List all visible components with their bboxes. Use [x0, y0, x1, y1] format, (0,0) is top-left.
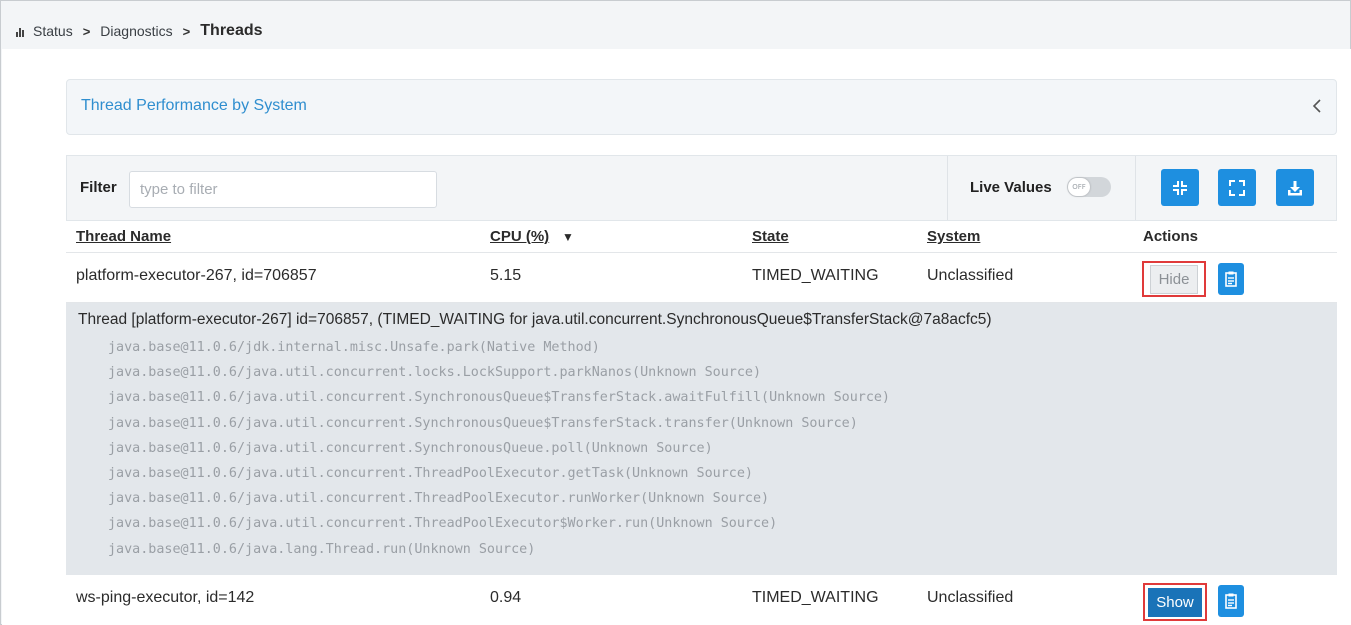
column-header-system[interactable]: System [927, 228, 980, 245]
collapse-all-button[interactable] [1161, 169, 1199, 206]
hide-trace-button[interactable]: Hide [1142, 261, 1206, 297]
trace-line: java.base@11.0.6/java.util.concurrent.Sy… [108, 440, 713, 456]
trace-header: Thread [platform-executor-267] id=706857… [78, 311, 992, 328]
threads-table-panel: Filter Live Values OFF [66, 155, 1337, 625]
download-button[interactable] [1276, 169, 1314, 206]
breadcrumb: Status > Diagnostics > Threads [16, 19, 263, 43]
table-toolbar: Filter Live Values OFF [66, 155, 1337, 221]
system-cell: Unclassified [927, 589, 1014, 606]
table-header: Thread Name CPU (%) ▼ State System Actio… [66, 221, 1337, 253]
breadcrumb-separator: > [182, 23, 191, 39]
system-cell: Unclassified [927, 267, 1014, 284]
cpu-cell: 5.15 [490, 267, 522, 284]
breadcrumb-separator: > [82, 23, 91, 39]
table-row: platform-executor-267, id=706857 5.15 TI… [66, 253, 1337, 303]
trace-lines: java.base@11.0.6/jdk.internal.misc.Unsaf… [108, 335, 890, 562]
app-frame: Status > Diagnostics > Threads Thread Pe… [0, 0, 1351, 625]
toggle-knob: OFF [1068, 178, 1090, 196]
trace-line: java.base@11.0.6/jdk.internal.misc.Unsaf… [108, 340, 600, 355]
cpu-cell: 0.94 [490, 589, 522, 606]
trace-line: java.base@11.0.6/java.util.concurrent.Sy… [108, 415, 858, 431]
state-cell: TIMED_WAITING [752, 267, 879, 284]
copy-trace-button[interactable] [1218, 585, 1244, 617]
breadcrumb-item-diagnostics[interactable]: Diagnostics [100, 23, 172, 39]
trace-line: java.base@11.0.6/java.util.concurrent.Th… [108, 465, 753, 481]
column-header-cpu[interactable]: CPU (%) [490, 228, 549, 245]
show-trace-button[interactable]: Show [1143, 583, 1207, 621]
expand-all-icon [1229, 179, 1245, 196]
copy-trace-button[interactable] [1218, 263, 1244, 295]
column-header-state[interactable]: State [752, 228, 789, 245]
thread-performance-accordion[interactable]: Thread Performance by System [66, 79, 1337, 135]
trace-line: java.base@11.0.6/java.util.concurrent.Th… [108, 516, 778, 532]
breadcrumb-item-status[interactable]: Status [33, 23, 73, 39]
column-header-thread-name[interactable]: Thread Name [76, 228, 171, 245]
accordion-title[interactable]: Thread Performance by System [81, 97, 307, 115]
table-row: ws-ping-executor, id=142 0.94 TIMED_WAIT… [66, 575, 1337, 625]
filter-label: Filter [80, 179, 117, 196]
bar-chart-icon [16, 26, 27, 37]
trace-line: java.base@11.0.6/java.util.concurrent.Th… [108, 491, 770, 507]
chevron-left-icon[interactable] [1310, 95, 1324, 117]
live-values-label: Live Values [970, 179, 1052, 196]
column-header-actions: Actions [1143, 228, 1199, 245]
expand-all-button[interactable] [1218, 169, 1256, 206]
trace-line: java.base@11.0.6/java.util.concurrent.Sy… [108, 390, 890, 406]
live-values-toggle[interactable]: OFF [1067, 177, 1111, 197]
show-button-label: Show [1148, 587, 1202, 617]
sort-desc-icon: ▼ [562, 230, 574, 244]
collapse-all-icon [1173, 180, 1187, 195]
breadcrumb-current: Threads [200, 22, 263, 39]
filter-input[interactable] [129, 171, 437, 208]
thread-name-cell: platform-executor-267, id=706857 [76, 267, 317, 284]
clipboard-icon [1225, 593, 1237, 609]
clipboard-icon [1225, 271, 1237, 287]
toolbar-divider [1135, 156, 1136, 220]
trace-line: java.base@11.0.6/java.lang.Thread.run(Un… [108, 541, 536, 557]
toolbar-divider [947, 156, 948, 220]
main-content: Thread Performance by System Filter Live… [2, 49, 1351, 625]
hide-button-label: Hide [1149, 264, 1199, 294]
download-icon [1288, 180, 1302, 195]
thread-stack-trace: Thread [platform-executor-267] id=706857… [66, 303, 1337, 575]
state-cell: TIMED_WAITING [752, 589, 879, 606]
thread-name-cell: ws-ping-executor, id=142 [76, 589, 255, 606]
trace-line: java.base@11.0.6/java.util.concurrent.lo… [108, 365, 762, 381]
